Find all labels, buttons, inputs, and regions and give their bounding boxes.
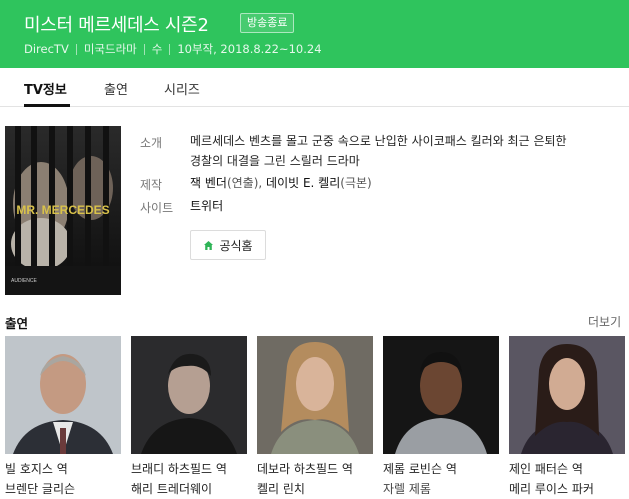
production-key: 제작 <box>140 178 163 192</box>
tab-series[interactable]: 시리즈 <box>164 79 200 98</box>
cast-photo[interactable] <box>5 336 121 454</box>
cast-role: 브래디 하츠필드 역 <box>131 462 227 476</box>
cast-name[interactable]: 자렐 제롬 <box>383 480 499 497</box>
cast-name[interactable]: 켈리 린치 <box>257 480 373 497</box>
cast-role: 제인 패터슨 역 <box>509 462 583 476</box>
poster-artwork: MR. MERCEDES AUDIENCE <box>5 126 121 295</box>
episodes-dates-label: 10부작, 2018.8.22~10.24 <box>177 42 322 56</box>
cast-role: 데보라 하츠필드 역 <box>257 462 353 476</box>
comma-separator: , <box>258 176 267 190</box>
cast-card[interactable]: 제인 패터슨 역 메리 루이스 파커 <box>509 336 625 497</box>
cast-card[interactable]: 제롬 로빈슨 역 자렐 제롬 <box>383 336 499 497</box>
cast-card[interactable]: 데보라 하츠필드 역 켈리 린치 <box>257 336 373 497</box>
status-badge: 방송종료 <box>240 13 295 33</box>
writer-link[interactable]: 데이빗 E. 켈리 <box>266 176 340 190</box>
tab-cast[interactable]: 출연 <box>104 79 128 98</box>
production-value: 잭 벤더(연출), 데이빗 E. 켈리(극본) <box>190 173 620 193</box>
poster-image[interactable]: MR. MERCEDES AUDIENCE <box>5 126 121 295</box>
meta-divider <box>169 43 171 55</box>
twitter-link[interactable]: 트위터 <box>190 199 223 213</box>
synopsis-text: 메르세데스 벤츠를 몰고 군중 속으로 난입한 사이코패스 킬러와 최근 은퇴한… <box>190 131 620 171</box>
active-tab-indicator <box>24 104 70 107</box>
tab-tv-info[interactable]: TV정보 <box>24 79 67 98</box>
genre-label: 미국드라마 <box>83 42 137 56</box>
cast-photo[interactable] <box>131 336 247 454</box>
home-icon <box>204 240 214 250</box>
writer-role: (극본) <box>340 176 372 190</box>
site-value: 트위터 <box>190 196 620 216</box>
air-day-label: 수 <box>151 42 163 56</box>
cast-photo[interactable] <box>509 336 625 454</box>
synopsis-line-1: 메르세데스 벤츠를 몰고 군중 속으로 난입한 사이코패스 킬러와 최근 은퇴한 <box>190 134 567 148</box>
cast-name[interactable]: 메리 루이스 파커 <box>509 480 625 497</box>
synopsis-key: 소개 <box>140 136 163 150</box>
director-link[interactable]: 잭 벤더 <box>190 176 227 190</box>
channel-label[interactable]: DirecTV <box>24 42 69 56</box>
poster-title-text: MR. MERCEDES <box>16 203 109 217</box>
cast-role: 제롬 로빈슨 역 <box>383 462 457 476</box>
program-meta: DirecTV 미국드라마 수 10부작, 2018.8.22~10.24 <box>24 41 322 57</box>
cast-photo[interactable] <box>383 336 499 454</box>
synopsis-line-2: 경찰의 대결을 그린 스릴러 드라마 <box>190 154 360 168</box>
poster-corner-text: AUDIENCE <box>11 278 38 284</box>
meta-divider <box>143 43 145 55</box>
site-key: 사이트 <box>140 201 174 215</box>
program-title[interactable]: 미스터 메르세데스 시즌2 <box>24 11 209 37</box>
cast-section-title: 출연 <box>5 316 29 331</box>
tab-bar: TV정보 출연 시리즈 <box>0 68 629 107</box>
director-role: (연출) <box>226 176 259 190</box>
official-homepage-label: 공식홈 <box>219 238 253 253</box>
cast-name[interactable]: 해리 트레더웨이 <box>131 480 247 497</box>
cast-role: 빌 호지스 역 <box>5 462 68 476</box>
official-homepage-button[interactable]: 공식홈 <box>190 230 266 260</box>
cast-card[interactable]: 브래디 하츠필드 역 해리 트레더웨이 <box>131 336 247 497</box>
more-link[interactable]: 더보기 <box>588 313 621 330</box>
meta-divider <box>75 43 77 55</box>
cast-card[interactable]: 빌 호지스 역 브렌단 글리슨 <box>5 336 121 497</box>
cast-photo[interactable] <box>257 336 373 454</box>
cast-name[interactable]: 브렌단 글리슨 <box>5 480 121 497</box>
program-header: 미스터 메르세데스 시즌2 방송종료 DirecTV 미국드라마 수 10부작,… <box>0 0 629 68</box>
